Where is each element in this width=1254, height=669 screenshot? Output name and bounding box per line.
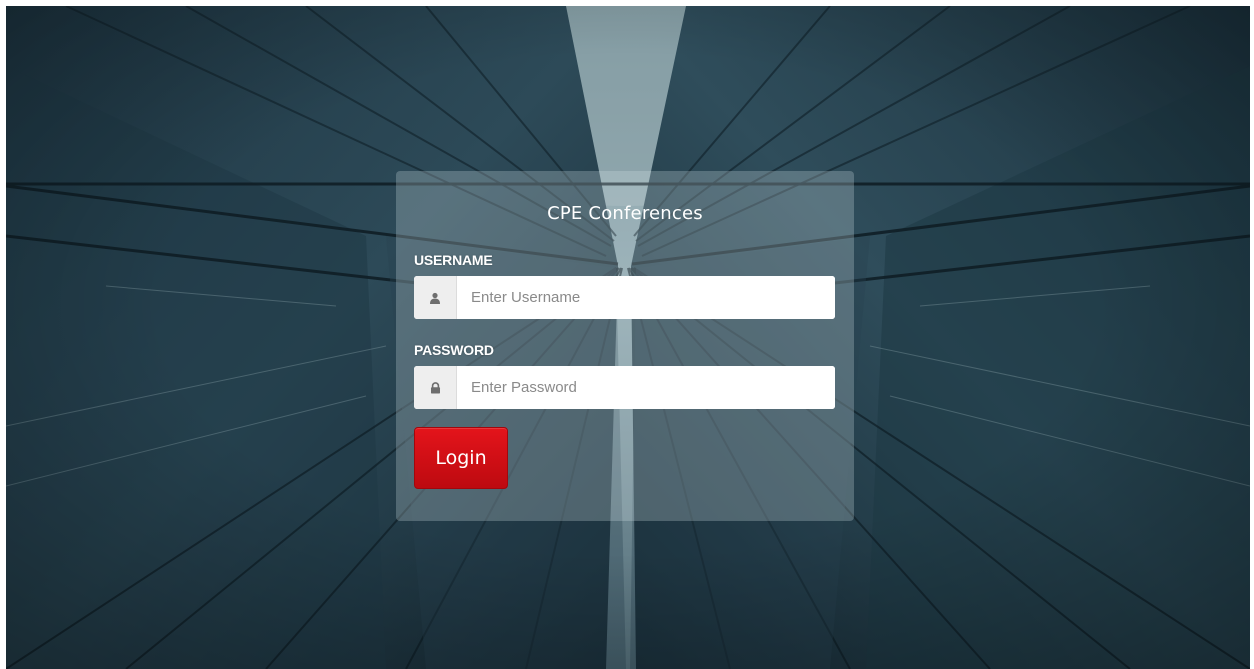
password-input-group [414, 366, 835, 409]
app-title: CPE Conferences [547, 203, 703, 224]
username-input-group [414, 276, 835, 319]
user-icon [414, 276, 457, 319]
lock-icon [414, 366, 457, 409]
password-label: PASSWORD [414, 342, 494, 358]
login-page: CPE Conferences USERNAME PASSWORD [6, 6, 1250, 669]
password-input[interactable] [457, 366, 835, 409]
login-button[interactable]: Login [414, 427, 508, 489]
username-label: USERNAME [414, 252, 493, 268]
username-input[interactable] [457, 276, 835, 319]
login-panel: CPE Conferences USERNAME PASSWORD [396, 171, 854, 521]
